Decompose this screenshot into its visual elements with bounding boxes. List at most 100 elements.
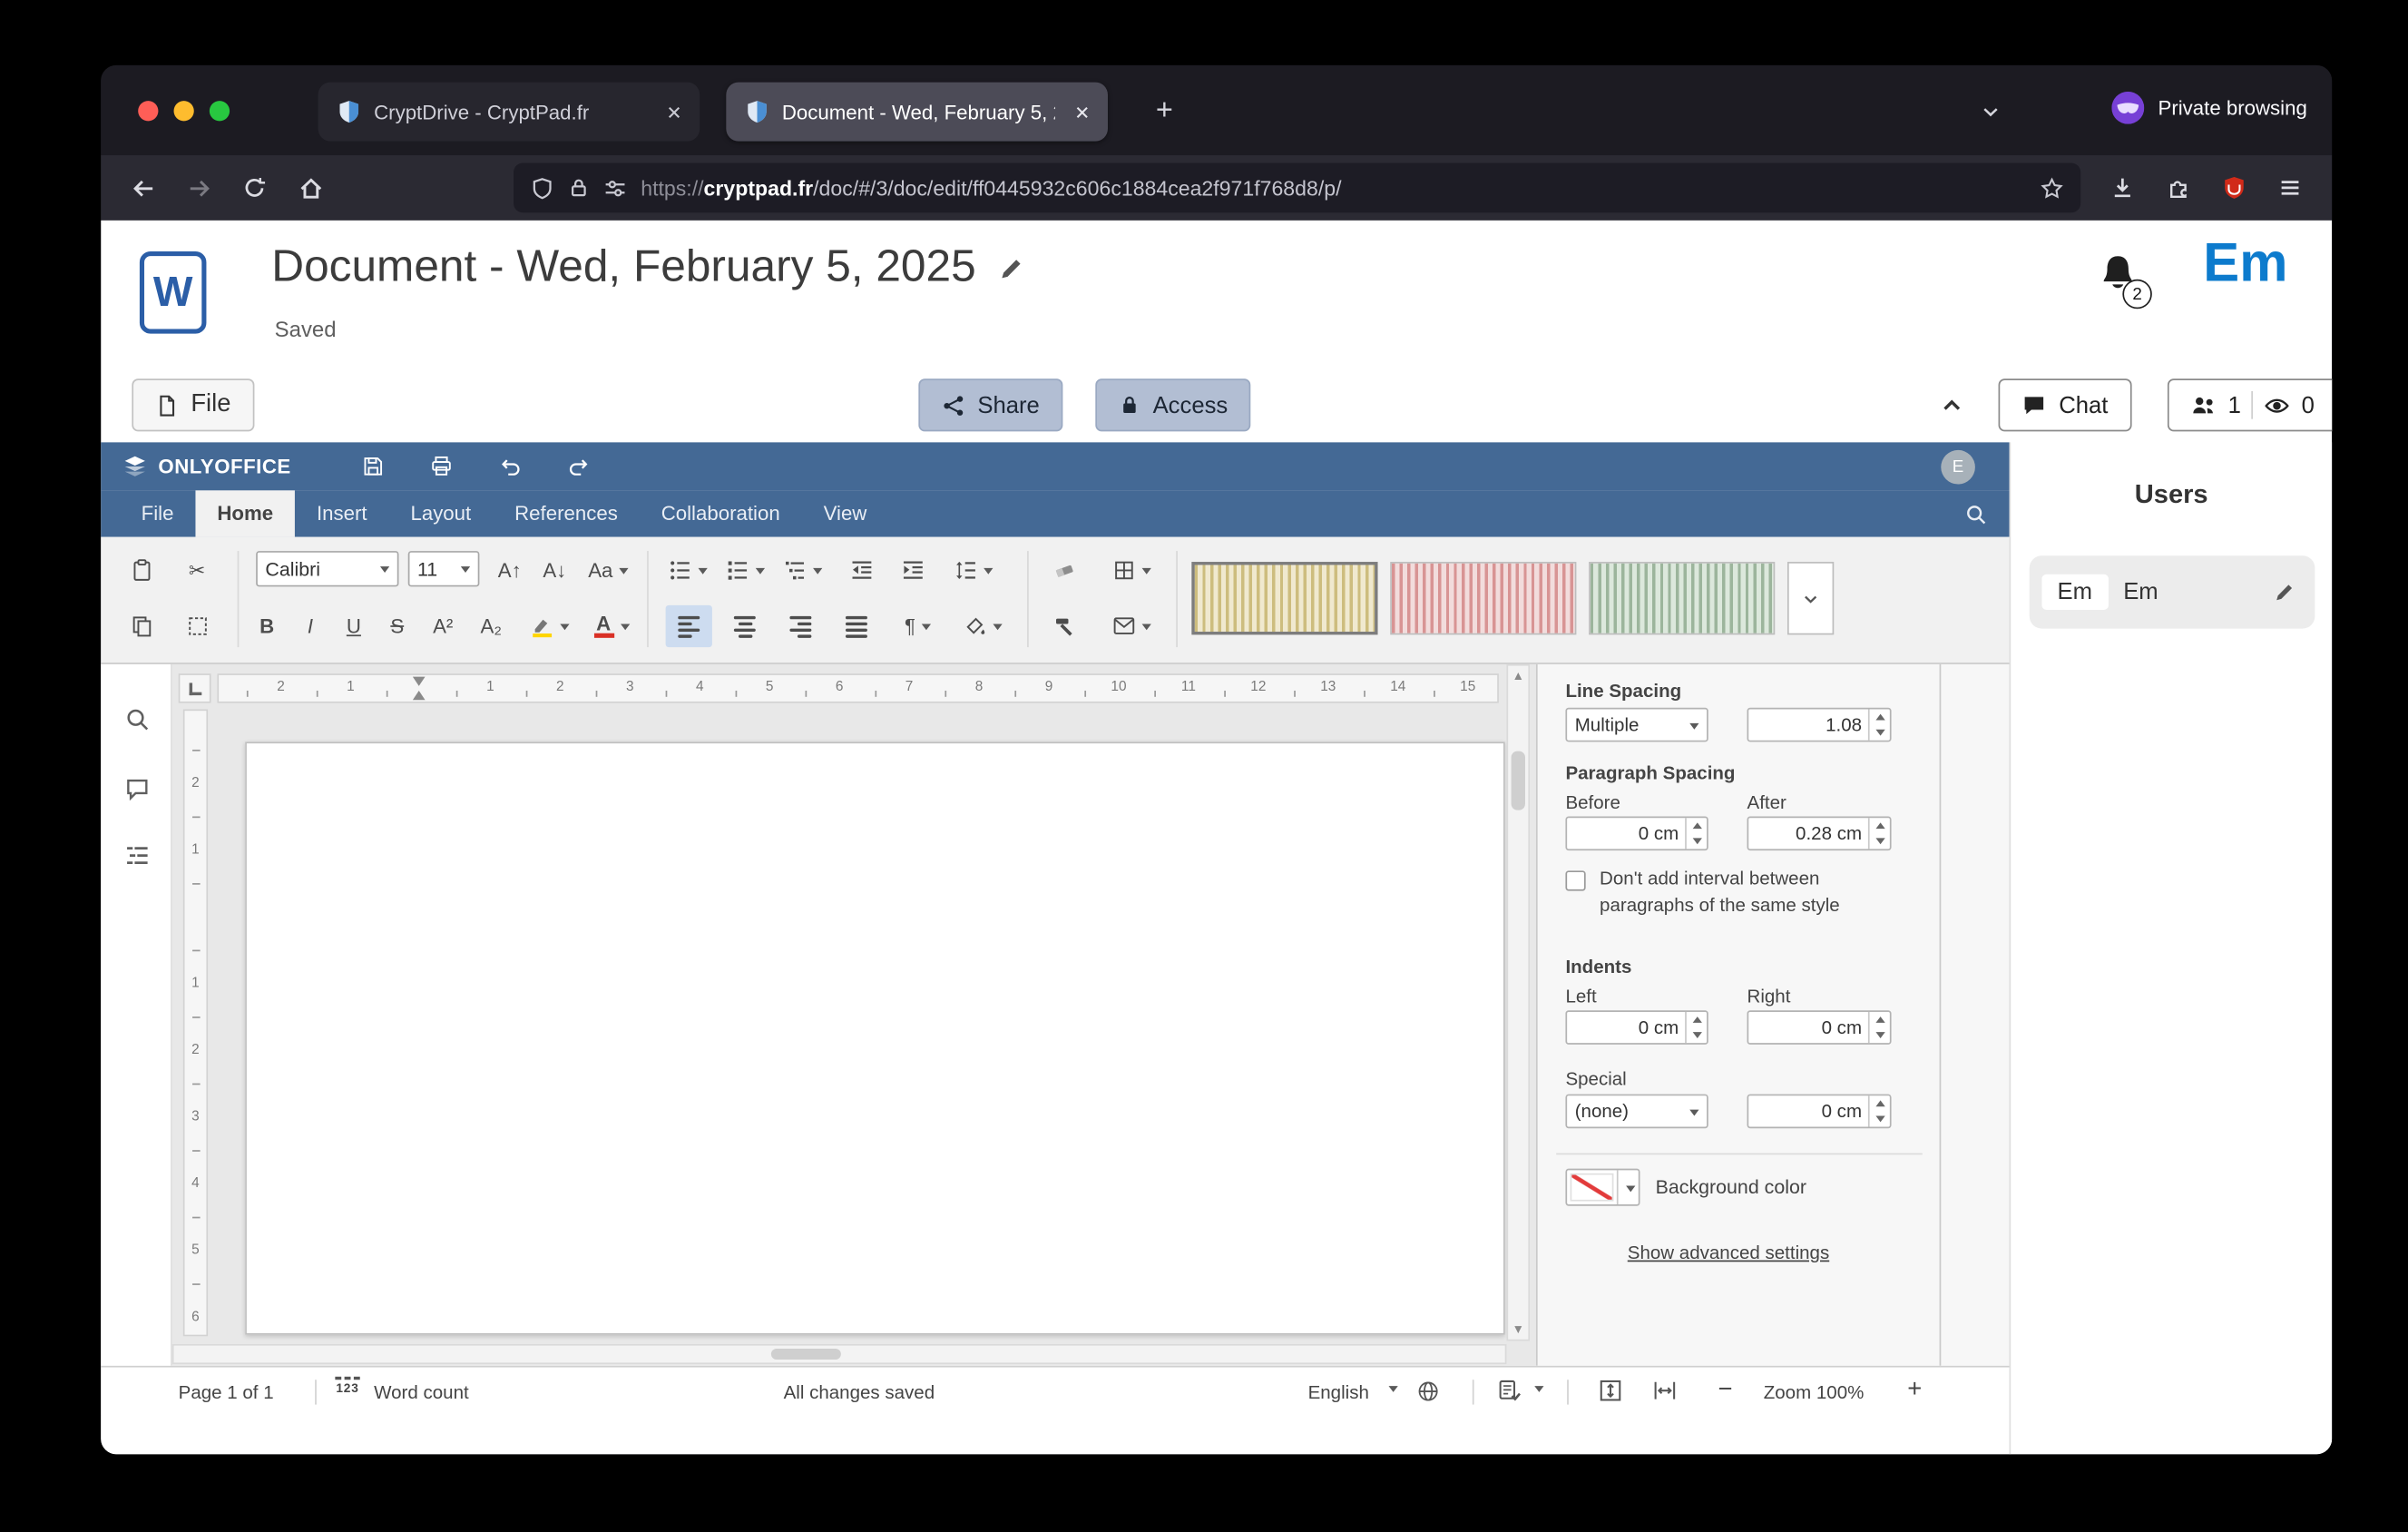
paragraph-style-preview[interactable] <box>1589 562 1775 634</box>
zoom-level[interactable]: Zoom 100% <box>1748 1381 1879 1403</box>
nonprinting-characters-icon[interactable]: ¶ <box>889 605 946 647</box>
scroll-up-icon[interactable]: ▲ <box>1508 666 1528 686</box>
menu-references[interactable]: References <box>493 490 640 536</box>
scroll-down-icon[interactable]: ▼ <box>1508 1320 1528 1340</box>
borders-icon[interactable] <box>1100 549 1161 591</box>
font-name-select[interactable]: Calibri <box>256 551 398 586</box>
increase-font-icon[interactable]: A↑ <box>489 549 531 591</box>
outdent-icon[interactable] <box>841 549 883 591</box>
page-indicator[interactable]: Page 1 of 1 <box>179 1381 274 1403</box>
horizontal-scroll-thumb[interactable] <box>771 1349 841 1360</box>
globe-icon[interactable] <box>1416 1380 1440 1403</box>
spacing-after-spinner[interactable]: 0.28 cm <box>1747 816 1892 850</box>
tab-stop-selector[interactable] <box>179 673 211 702</box>
indent-right-spinner[interactable]: 0 cm <box>1747 1010 1892 1045</box>
tab-close-icon[interactable] <box>1068 98 1096 126</box>
underline-icon[interactable]: U <box>334 605 374 647</box>
align-center-icon[interactable] <box>721 605 768 647</box>
zoom-out-button[interactable]: − <box>1711 1377 1739 1405</box>
mail-merge-icon[interactable] <box>1100 605 1161 647</box>
spacing-before-spinner[interactable]: 0 cm <box>1565 816 1708 850</box>
clear-style-icon[interactable] <box>1041 549 1087 591</box>
permissions-icon[interactable] <box>603 176 627 200</box>
select-all-icon[interactable] <box>175 605 219 647</box>
comments-icon[interactable] <box>121 773 152 804</box>
account-name[interactable]: Em <box>2203 233 2287 295</box>
highlight-icon[interactable] <box>520 605 579 647</box>
notifications-bell[interactable]: 2 <box>2096 249 2152 310</box>
share-button[interactable]: Share <box>918 378 1062 431</box>
language-selector[interactable]: English <box>1308 1381 1369 1403</box>
interval-checkbox[interactable] <box>1565 870 1585 890</box>
user-list-item[interactable]: Em Em <box>2030 555 2315 628</box>
special-by-spinner[interactable]: 0 cm <box>1747 1095 1892 1129</box>
menu-insert[interactable]: Insert <box>295 490 388 536</box>
copy-icon[interactable] <box>120 605 163 647</box>
align-right-icon[interactable] <box>778 605 824 647</box>
special-select[interactable]: (none) <box>1565 1095 1708 1129</box>
paragraph-style-preview[interactable] <box>1191 562 1377 634</box>
document-title[interactable]: Document - Wed, February 5, 2025 <box>271 242 975 293</box>
edit-title-pencil-icon[interactable] <box>998 254 1026 282</box>
document-page[interactable] <box>245 741 1505 1334</box>
italic-icon[interactable]: I <box>290 605 330 647</box>
tracking-shield-icon[interactable] <box>531 176 554 200</box>
indent-icon[interactable] <box>892 549 934 591</box>
spellcheck-icon[interactable] <box>1497 1379 1522 1403</box>
advanced-settings-link[interactable]: Show advanced settings <box>1565 1242 1891 1263</box>
lock-icon[interactable] <box>568 177 590 199</box>
url-text[interactable]: https://cryptpad.fr/doc/#/3/doc/edit/ff0… <box>641 176 2026 200</box>
superscript-icon[interactable]: A² <box>420 605 465 647</box>
zoom-in-button[interactable]: + <box>1901 1377 1929 1405</box>
edit-user-pencil-icon[interactable] <box>2273 581 2296 604</box>
menu-home[interactable]: Home <box>195 490 295 536</box>
paste-icon[interactable] <box>120 549 163 591</box>
fit-page-icon[interactable] <box>1598 1379 1622 1403</box>
home-button[interactable] <box>284 163 337 213</box>
multilevel-list-icon[interactable] <box>778 549 828 591</box>
menu-view[interactable]: View <box>802 490 889 536</box>
save-icon[interactable] <box>353 447 393 485</box>
font-color-icon[interactable]: A <box>582 605 641 647</box>
cut-icon[interactable]: ✂ <box>175 549 219 591</box>
subscript-icon[interactable]: A₂ <box>468 605 514 647</box>
strikethrough-icon[interactable]: S <box>377 605 417 647</box>
collaborator-avatar[interactable]: E <box>1941 449 1975 484</box>
horizontal-ruler[interactable]: 12123456789101112131415 <box>217 673 1499 702</box>
align-left-icon[interactable] <box>666 605 712 647</box>
ublock-icon[interactable] <box>2207 163 2260 213</box>
font-size-select[interactable]: 11 <box>408 551 480 586</box>
back-button[interactable] <box>116 163 169 213</box>
bullets-icon[interactable] <box>662 549 713 591</box>
indent-left-spinner[interactable]: 0 cm <box>1565 1010 1708 1045</box>
close-window-button[interactable] <box>138 101 158 121</box>
horizontal-scrollbar[interactable] <box>172 1344 1507 1364</box>
menu-layout[interactable]: Layout <box>389 490 494 536</box>
decrease-font-icon[interactable]: A↓ <box>533 549 575 591</box>
url-bar[interactable]: https://cryptpad.fr/doc/#/3/doc/edit/ff0… <box>514 163 2080 213</box>
spellcheck-caret-icon[interactable] <box>1532 1380 1544 1397</box>
line-spacing-value-spinner[interactable]: 1.08 <box>1747 708 1892 742</box>
access-button[interactable]: Access <box>1095 378 1251 431</box>
paragraph-style-preview[interactable] <box>1390 562 1576 634</box>
background-color-picker[interactable] <box>1565 1169 1640 1206</box>
align-justify-icon[interactable] <box>833 605 879 647</box>
undo-icon[interactable] <box>490 447 530 485</box>
vertical-scroll-thumb[interactable] <box>1512 751 1525 810</box>
word-count-icon[interactable]: 123 <box>330 1377 365 1396</box>
language-caret-icon[interactable] <box>1385 1380 1398 1397</box>
find-icon[interactable] <box>121 703 152 734</box>
vertical-ruler[interactable]: 12123456 <box>183 709 208 1336</box>
extensions-button[interactable] <box>2152 163 2205 213</box>
search-icon[interactable] <box>1964 490 1988 536</box>
line-spacing-select[interactable]: Multiple <box>1565 708 1708 742</box>
shading-icon[interactable] <box>953 605 1012 647</box>
chat-button[interactable]: Chat <box>1999 378 2132 431</box>
downloads-button[interactable] <box>2096 163 2149 213</box>
vertical-scrollbar[interactable]: ▲ ▼ <box>1506 664 1530 1341</box>
fit-width-icon[interactable] <box>1652 1379 1677 1403</box>
minimize-window-button[interactable] <box>174 101 194 121</box>
print-icon[interactable] <box>421 447 461 485</box>
browser-tab-cryptdrive[interactable]: CryptDrive - CryptPad.fr <box>318 83 700 142</box>
zoom-window-button[interactable] <box>210 101 230 121</box>
